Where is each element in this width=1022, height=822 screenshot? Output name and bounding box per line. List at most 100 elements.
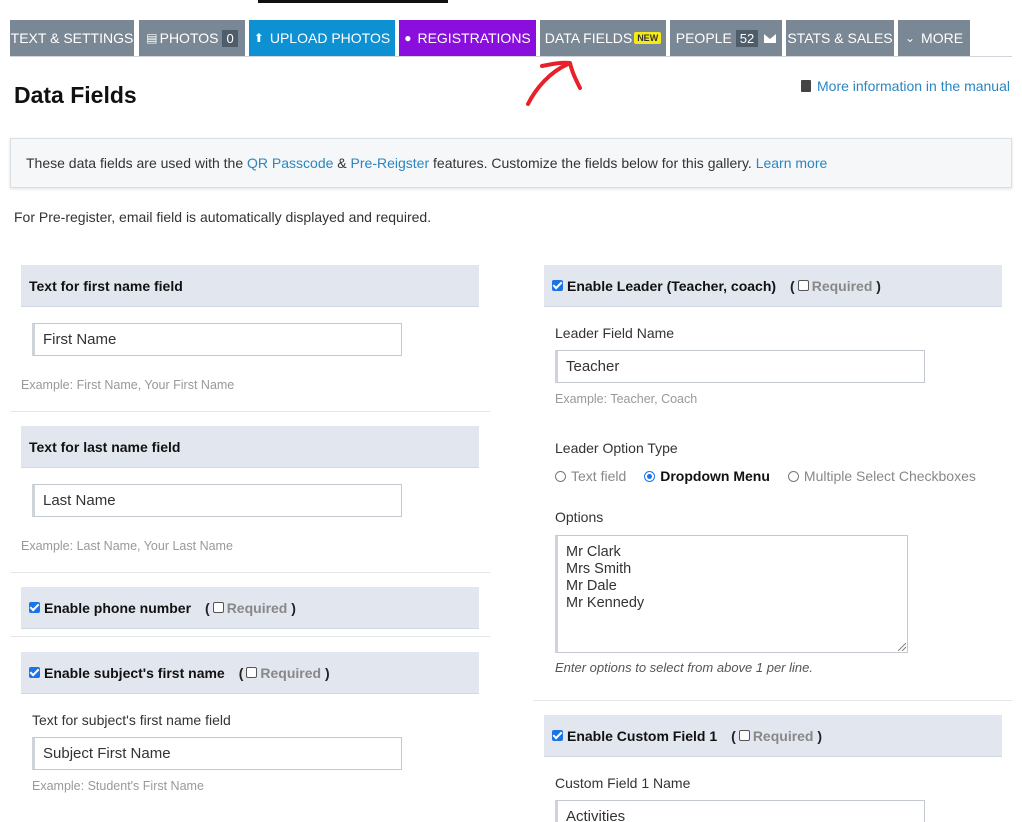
info-text-after: features. Customize the fields below for… [429, 155, 756, 171]
leader-name-label: Leader Field Name [555, 325, 675, 341]
option-line: Mr Dale [566, 578, 617, 594]
leader-required: (Required ) [790, 277, 881, 294]
tab-label: PHOTOS [159, 30, 219, 46]
manual-link[interactable]: More information in the manual [801, 78, 1010, 94]
options-label: Options [555, 509, 604, 525]
tab-data-fields[interactable]: DATA FIELDS NEW [540, 20, 666, 56]
tab-label: UPLOAD PHOTOS [269, 30, 391, 46]
first-name-header-label: Text for first name field [29, 277, 183, 294]
radio-button-selected[interactable] [644, 470, 656, 482]
new-badge: NEW [634, 32, 662, 44]
last-name-input[interactable]: Last Name [32, 484, 402, 517]
divider [10, 572, 490, 573]
leader-header-label: Enable Leader (Teacher, coach) [567, 277, 777, 294]
resize-handle-icon[interactable] [898, 643, 906, 651]
info-amp: & [333, 155, 351, 171]
manual-link-label: More information in the manual [817, 78, 1010, 94]
subject-required-checkbox[interactable] [246, 667, 258, 678]
enable-phone-checkbox[interactable] [29, 602, 40, 613]
annotation-arrow-icon [526, 60, 582, 106]
leader-name-input[interactable]: Teacher [555, 350, 925, 383]
tab-more[interactable]: ⌄ MORE [898, 20, 970, 56]
subject-required: (Required ) [238, 664, 330, 681]
tab-people[interactable]: PEOPLE 52 [670, 20, 782, 56]
leader-header: Enable Leader (Teacher, coach) (Required… [544, 265, 1002, 307]
learn-more-link[interactable]: Learn more [756, 155, 828, 171]
first-name-example: Example: First Name, Your First Name [21, 378, 235, 392]
option-line: Mr Clark [566, 544, 621, 560]
leader-type-label: Leader Option Type [555, 440, 678, 456]
custom-field-1-header: Enable Custom Field 1 (Required ) [544, 715, 1002, 757]
chevron-down-icon: ⌄ [904, 31, 916, 45]
tab-label: STATS & SALES [787, 30, 893, 46]
phone-required: (Required ) [205, 599, 296, 616]
radio-multiple-select[interactable]: Multiple Select Checkboxes [787, 468, 976, 484]
pre-register-note: For Pre-register, email field is automat… [14, 209, 432, 225]
pre-register-link[interactable]: Pre-Reigster [351, 155, 430, 171]
tab-stats-sales[interactable]: STATS & SALES [786, 20, 894, 56]
page-title: Data Fields [14, 82, 137, 108]
custom-field-1-name-input[interactable]: Activities [555, 800, 925, 822]
tab-label: TEXT & SETTINGS [10, 30, 134, 46]
subject-example: Example: Student's First Name [32, 779, 204, 793]
cutoff-heading [8, 0, 1018, 3]
last-name-header-label: Text for last name field [29, 438, 181, 455]
required-label: Required [260, 664, 322, 681]
tab-label: MORE [921, 30, 964, 46]
options-textarea[interactable]: Mr Clark Mrs Smith Mr Dale Mr Kennedy [555, 535, 908, 653]
enable-subject-checkbox[interactable] [29, 667, 40, 678]
tab-photos[interactable]: ▤ PHOTOS 0 [139, 20, 245, 56]
leader-required-checkbox[interactable] [797, 280, 809, 291]
book-icon [801, 80, 811, 92]
custom-field-1-required-checkbox[interactable] [738, 730, 750, 741]
radio-button[interactable] [555, 470, 566, 482]
required-label: Required [752, 727, 814, 744]
tab-text-settings[interactable]: TEXT & SETTINGS [10, 20, 134, 56]
user-icon: ● [404, 31, 412, 45]
enable-leader-checkbox[interactable] [552, 280, 563, 291]
people-count-badge: 52 [735, 29, 759, 47]
info-text: These data fields are used with the [26, 155, 248, 171]
upload-icon: ⬆ [253, 31, 264, 45]
custom-field-1-name-label: Custom Field 1 Name [555, 775, 691, 791]
tab-label: REGISTRATIONS [417, 30, 531, 46]
tab-upload-photos[interactable]: ⬆ UPLOAD PHOTOS [249, 20, 395, 56]
radio-dropdown-menu[interactable]: Dropdown Menu [644, 468, 770, 484]
tab-registrations[interactable]: ● REGISTRATIONS [399, 20, 536, 56]
radio-label: Text field [571, 468, 627, 484]
subject-header-label: Enable subject's first name [44, 664, 225, 681]
first-name-input[interactable]: First Name [32, 323, 402, 356]
phone-header: Enable phone number (Required ) [21, 587, 479, 629]
last-name-header: Text for last name field [21, 426, 479, 468]
enable-custom-field-1-checkbox[interactable] [552, 730, 563, 741]
custom-field-1-required: (Required ) [731, 727, 823, 744]
required-label: Required [226, 599, 288, 616]
radio-text-field[interactable]: Text field [555, 468, 626, 484]
divider [10, 636, 490, 637]
photos-icon: ▤ [146, 31, 158, 45]
photos-count-badge: 0 [222, 29, 238, 47]
subject-field-label: Text for subject's first name field [32, 712, 231, 728]
subject-first-name-input[interactable]: Subject First Name [32, 737, 402, 770]
subject-header: Enable subject's first name (Required ) [21, 652, 479, 694]
mail-icon [764, 33, 777, 43]
custom-field-1-header-label: Enable Custom Field 1 [567, 727, 718, 744]
tab-label: DATA FIELDS [544, 30, 633, 46]
tab-bar-divider [10, 56, 1012, 57]
last-name-example: Example: Last Name, Your Last Name [21, 539, 233, 553]
divider [533, 700, 1012, 701]
qr-passcode-link[interactable]: QR Passcode [247, 155, 333, 171]
phone-header-label: Enable phone number [44, 599, 192, 616]
leader-example: Example: Teacher, Coach [555, 392, 698, 406]
phone-required-checkbox[interactable] [212, 602, 224, 613]
radio-label: Dropdown Menu [660, 468, 770, 484]
divider [10, 411, 490, 412]
leader-type-radio-group: Text field Dropdown Menu Multiple Select… [555, 468, 994, 484]
option-line: Mr Kennedy [566, 595, 645, 611]
radio-label: Multiple Select Checkboxes [803, 468, 976, 484]
first-name-header: Text for first name field [21, 265, 479, 307]
required-label: Required [811, 277, 873, 294]
option-line: Mrs Smith [566, 561, 632, 577]
radio-button[interactable] [787, 470, 799, 482]
info-box: These data fields are used with the QR P… [10, 138, 1012, 188]
